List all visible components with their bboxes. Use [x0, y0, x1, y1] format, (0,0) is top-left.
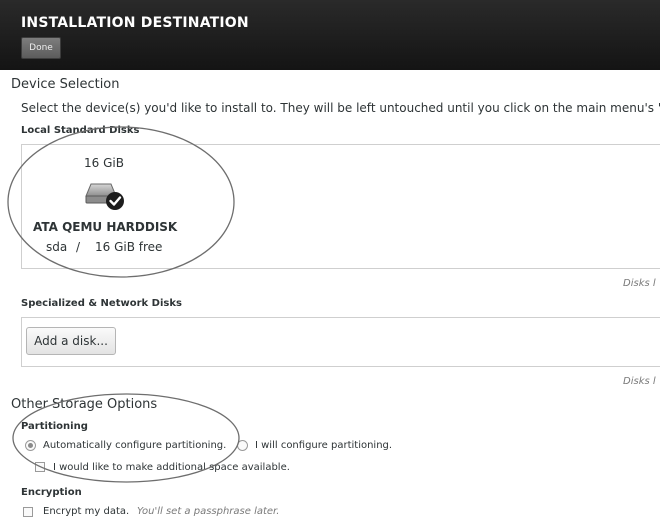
- additional-space-label[interactable]: I would like to make additional space av…: [53, 462, 290, 473]
- disk-name: ATA QEMU HARDDISK: [33, 220, 178, 234]
- specialized-disks-label: Specialized & Network Disks: [21, 298, 182, 309]
- device-selection-title: Device Selection: [11, 77, 120, 92]
- header-bar: INSTALLATION DESTINATION Done: [0, 0, 660, 70]
- done-button[interactable]: Done: [21, 37, 61, 59]
- local-disks-label: Local Standard Disks: [21, 125, 140, 136]
- auto-partitioning-label[interactable]: Automatically configure partitioning.: [43, 440, 226, 451]
- page-title: INSTALLATION DESTINATION: [21, 15, 249, 31]
- encryption-label: Encryption: [21, 487, 82, 498]
- auto-partitioning-radio[interactable]: [25, 440, 36, 451]
- disk-separator: /: [76, 240, 81, 254]
- manual-partitioning-radio[interactable]: [237, 440, 248, 451]
- additional-space-checkbox[interactable]: [35, 462, 45, 472]
- encrypt-data-hint: You'll set a passphrase later.: [137, 506, 280, 517]
- disk-tile[interactable]: 16 GiB ATA QEMU HARDDISK sda / 16 GiB fr…: [26, 150, 186, 262]
- add-disk-button[interactable]: Add a disk...: [26, 327, 116, 355]
- specialized-disks-note: Disks l: [623, 376, 656, 387]
- disk-device: sda: [46, 240, 68, 254]
- disk-size: 16 GiB: [84, 156, 124, 170]
- partitioning-label: Partitioning: [21, 421, 88, 432]
- encrypt-data-checkbox[interactable]: [23, 507, 33, 517]
- local-disks-note: Disks l: [623, 278, 656, 289]
- other-storage-title: Other Storage Options: [11, 397, 158, 412]
- hard-disk-icon: [83, 178, 127, 212]
- encrypt-data-label[interactable]: Encrypt my data.: [43, 506, 129, 517]
- manual-partitioning-label[interactable]: I will configure partitioning.: [255, 440, 392, 451]
- device-selection-instruction: Select the device(s) you'd like to insta…: [21, 101, 660, 115]
- specialized-disks-panel: [21, 317, 660, 367]
- disk-free-space: 16 GiB free: [95, 240, 163, 254]
